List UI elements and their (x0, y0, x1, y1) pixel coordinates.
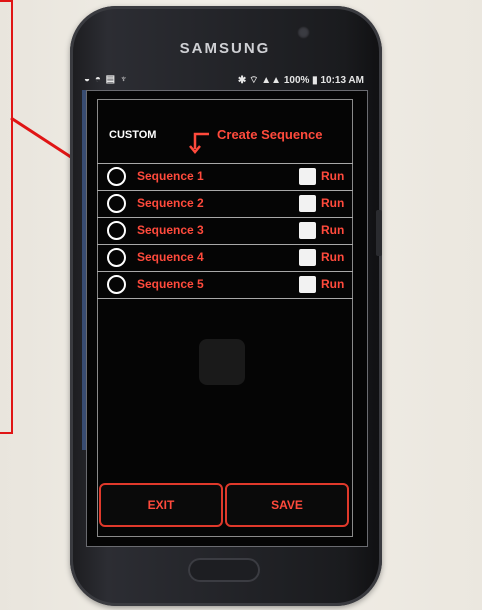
sequence-label[interactable]: Sequence 2 (137, 196, 204, 210)
power-key (376, 210, 382, 256)
app-screen: CUSTOM Create Sequence Sequence 1 Run Se… (86, 90, 368, 547)
sequence-label[interactable]: Sequence 5 (137, 277, 204, 291)
sequence-label[interactable]: Sequence 4 (137, 250, 204, 264)
sequence-row: Sequence 1 Run (97, 163, 353, 190)
exit-button[interactable]: EXIT (99, 483, 223, 527)
save-button[interactable]: SAVE (225, 483, 349, 527)
sequence-radio[interactable] (107, 221, 126, 240)
brand-logo: SAMSUNG (179, 40, 271, 57)
run-checkbox[interactable] (299, 276, 316, 293)
sequence-radio[interactable] (107, 194, 126, 213)
run-label: Run (321, 169, 345, 183)
sequence-radio[interactable] (107, 248, 126, 267)
annotation-frame (0, 0, 13, 434)
create-arrow-stem (193, 132, 209, 149)
notification-icons: ◒ ◓ ▤ ♆ (84, 74, 129, 85)
sequence-row: Sequence 2 Run (97, 190, 353, 217)
sequence-label[interactable]: Sequence 1 (137, 169, 204, 183)
run-checkbox[interactable] (299, 249, 316, 266)
run-checkbox[interactable] (299, 168, 316, 185)
sequence-row: Sequence 4 Run (97, 244, 353, 271)
run-label: Run (321, 277, 345, 291)
sequence-label[interactable]: Sequence 3 (137, 223, 204, 237)
background-app-icon (199, 339, 245, 385)
sequence-row: Sequence 3 Run (97, 217, 353, 244)
run-checkbox[interactable] (299, 222, 316, 239)
sequence-list: Sequence 1 Run Sequence 2 Run Sequence 3… (97, 163, 353, 299)
create-sequence-button[interactable]: Create Sequence (217, 127, 323, 142)
create-arrow-icon (189, 132, 209, 154)
sequence-radio[interactable] (107, 275, 126, 294)
mode-label: CUSTOM (109, 129, 157, 141)
home-button[interactable] (188, 558, 260, 582)
run-label: Run (321, 250, 345, 264)
run-label: Run (321, 196, 345, 210)
front-camera-icon (297, 26, 310, 39)
status-indicators: ✱ ⌔ ▲▲ 100% ▮ 10:13 AM (237, 75, 364, 86)
sequence-row: Sequence 5 Run (97, 271, 353, 299)
sequence-radio[interactable] (107, 167, 126, 186)
run-checkbox[interactable] (299, 195, 316, 212)
run-label: Run (321, 223, 345, 237)
status-bar: ◒ ◓ ▤ ♆ ✱ ⌔ ▲▲ 100% ▮ 10:13 AM (84, 72, 366, 88)
